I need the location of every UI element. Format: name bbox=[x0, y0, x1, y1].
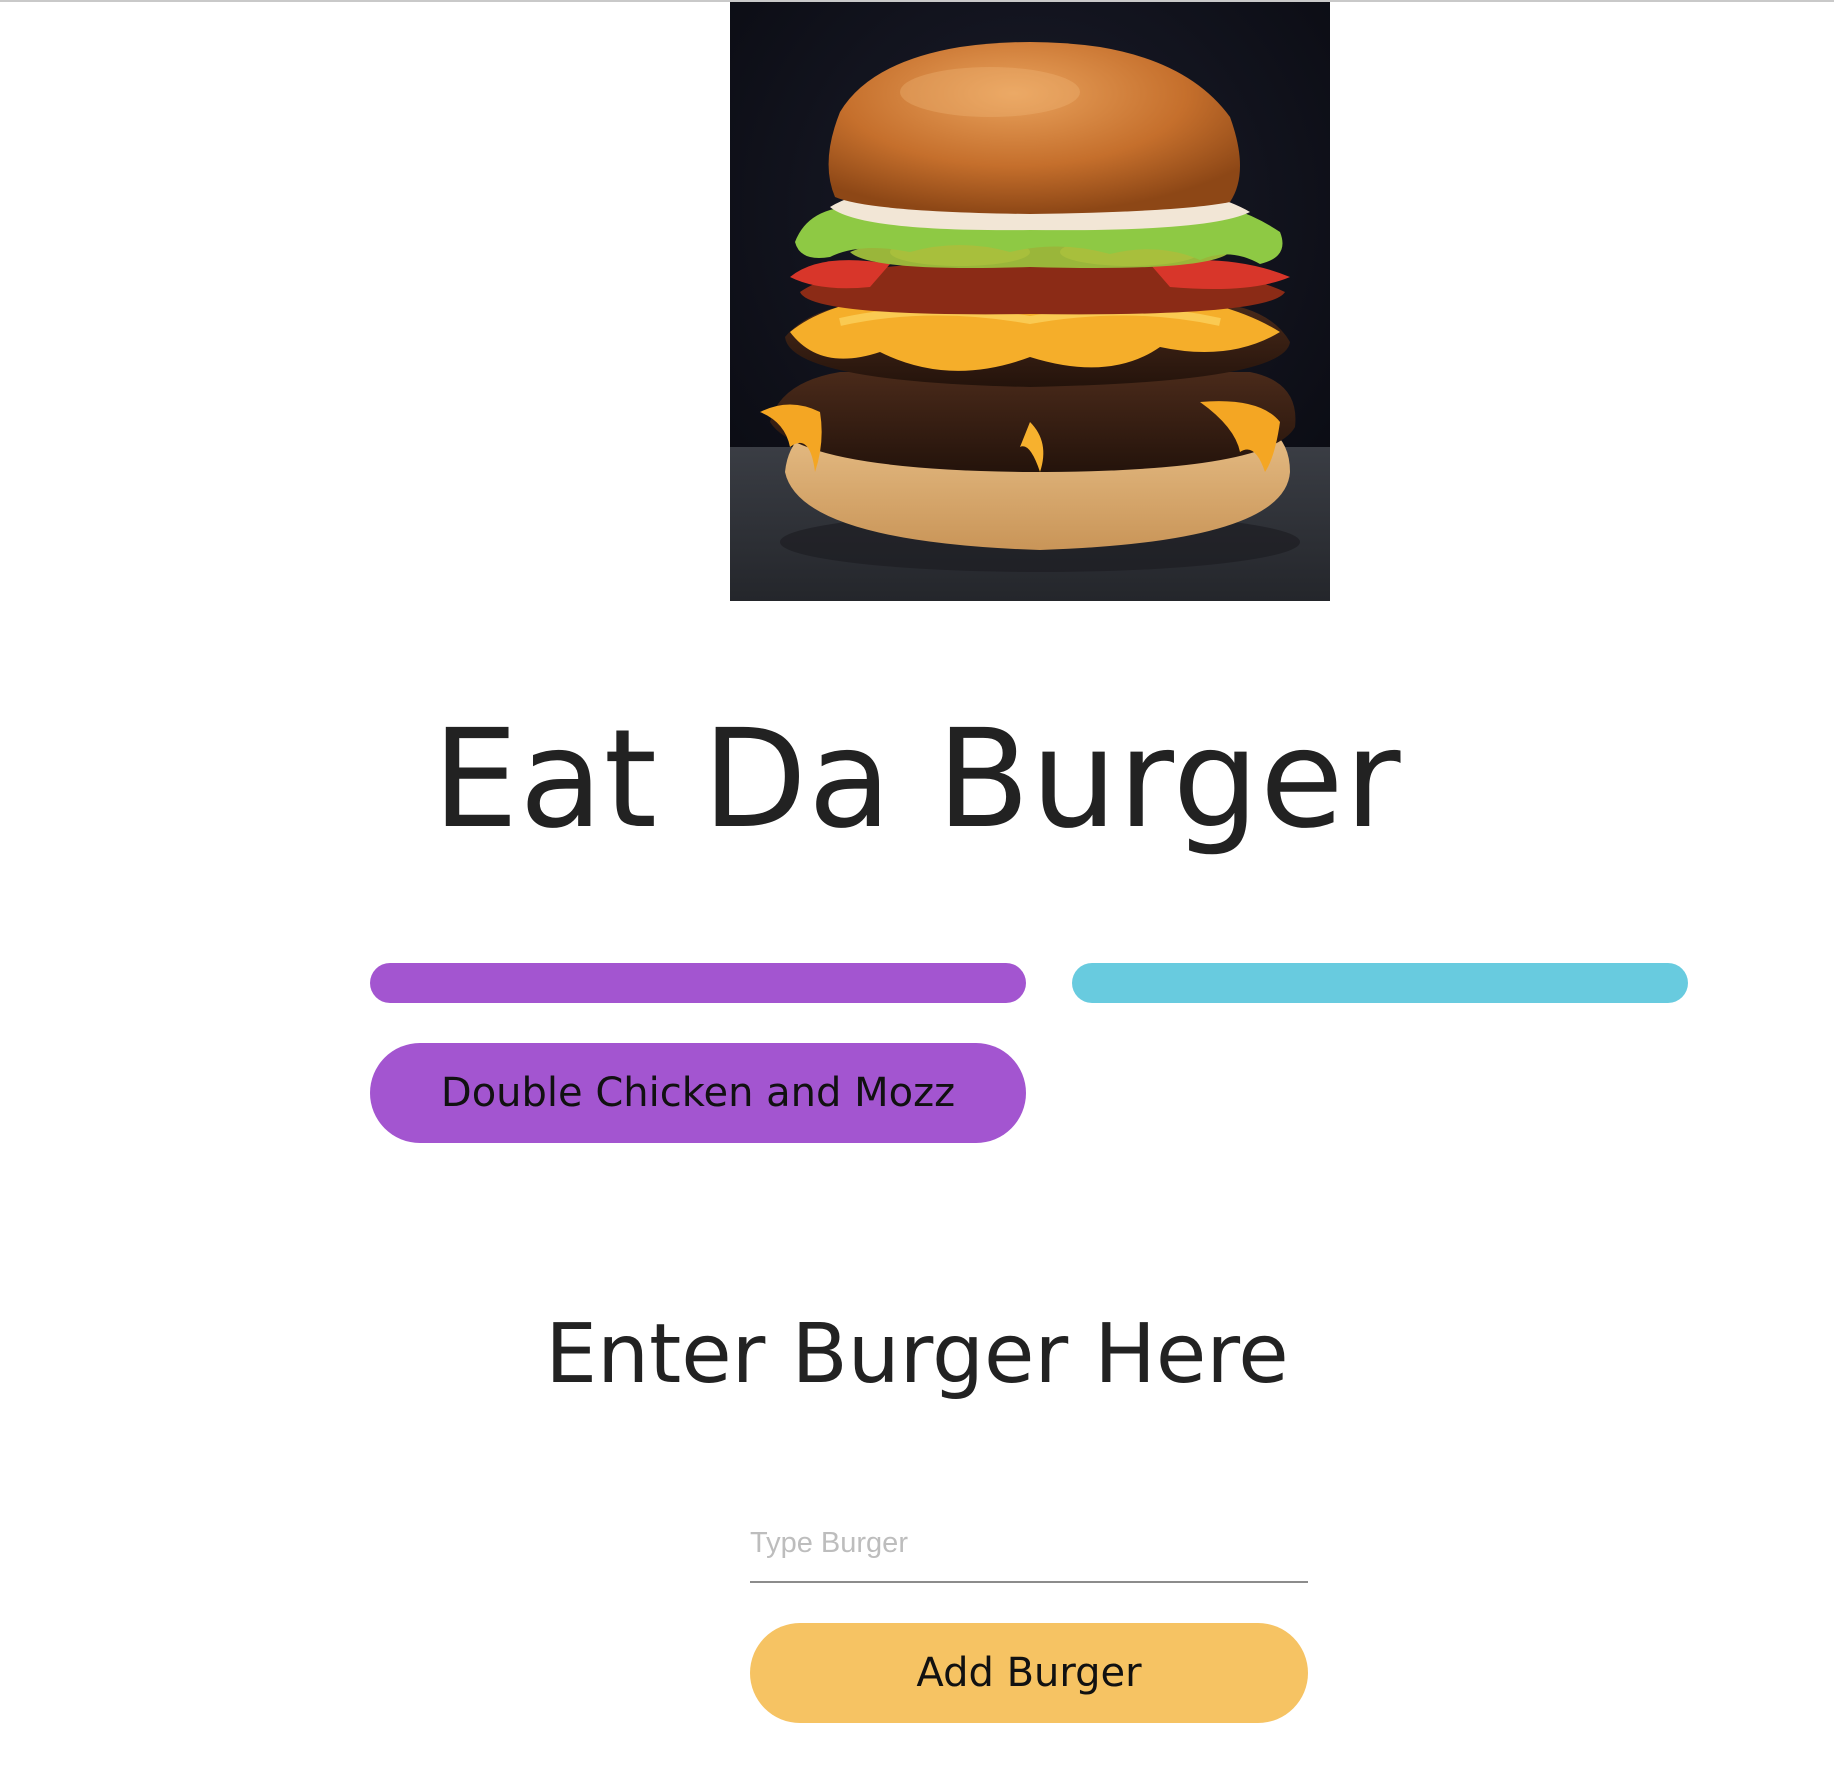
burger-image bbox=[730, 2, 1330, 601]
burger-item-button[interactable]: Double Chicken and Mozz bbox=[370, 1043, 1026, 1143]
page-title: Eat Da Burger bbox=[432, 701, 1402, 859]
devoured-column-header-bar bbox=[1072, 963, 1688, 1003]
uneaten-column-header-bar bbox=[370, 963, 1026, 1003]
form-heading: Enter Burger Here bbox=[545, 1307, 1289, 1402]
burger-name-input[interactable] bbox=[750, 1505, 1308, 1583]
burger-photo-graphic bbox=[730, 2, 1330, 601]
add-burger-button[interactable]: Add Burger bbox=[750, 1623, 1308, 1723]
